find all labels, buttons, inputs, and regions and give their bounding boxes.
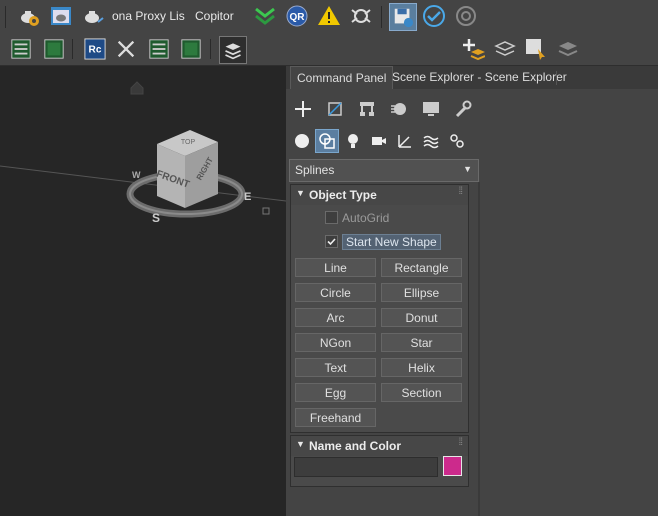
select-layer-icon[interactable] [523,36,549,62]
command-panel-tabs [290,96,490,124]
collapse-triangle-icon: ▼ [296,188,305,198]
arc-button[interactable]: Arc [295,308,376,327]
freehand-button[interactable]: Freehand [295,408,376,427]
tools-cross-icon[interactable] [113,36,139,62]
donut-button[interactable]: Donut [381,308,462,327]
viewcube-menu-icon[interactable] [262,207,270,215]
viewcube[interactable]: TOP FRONT RIGHT W S E [126,130,270,225]
panel-scrollbar[interactable] [478,182,480,516]
geometry-icon[interactable] [291,130,313,152]
cameras-icon[interactable] [368,130,390,152]
panel-dark-icon[interactable] [178,36,204,62]
secondary-toolbar: Rc 5 ▼ [0,33,658,92]
panel-tab-bar: Command Panel Scene Explorer - Scene Exp… [286,66,658,90]
layer-settings-icon[interactable] [555,36,581,62]
compass-west-label: W [132,170,141,180]
history-icon[interactable] [453,3,479,29]
star-button[interactable]: Star [381,333,462,352]
panel-green-icon[interactable] [41,36,67,62]
render-setup-icon[interactable] [48,3,74,29]
modify-tab-icon[interactable] [324,98,346,120]
lights-icon[interactable] [342,130,364,152]
ellipse-button[interactable]: Ellipse [381,283,462,302]
hierarchy-tab-icon[interactable] [356,98,378,120]
layers-icon[interactable] [219,36,247,64]
script-bug-icon[interactable] [348,3,374,29]
tab-separator [556,71,557,85]
helpers-icon[interactable] [394,130,416,152]
line-button[interactable]: Line [295,258,376,277]
utilities-tab-icon[interactable] [452,98,474,120]
autogrid-checkbox[interactable] [325,211,338,224]
rectangle-button[interactable]: Rectangle [381,258,462,277]
create-tab-icon[interactable] [292,98,314,120]
display-tab-icon[interactable] [420,98,442,120]
collapse-triangle-icon: ▼ [296,439,305,449]
main-toolbar: ona Proxy Lis Copitor QR [0,0,658,33]
teapot-render-icon[interactable] [80,3,106,29]
name-and-color-header[interactable]: ▼ Name and Color ⁞⁞ [291,436,468,456]
egg-button[interactable]: Egg [295,383,376,402]
rc-icon[interactable]: Rc [82,36,108,62]
rc-icon-text: Rc [89,45,102,56]
category-dropdown-value: Splines [295,163,335,177]
proxy-list-label[interactable]: ona Proxy Lis [112,9,185,23]
save-render-icon[interactable] [389,3,417,31]
motion-tab-icon[interactable] [388,98,410,120]
compass-east-label: E [244,191,251,203]
list-table-icon[interactable] [146,36,172,62]
helix-button[interactable]: Helix [381,358,462,377]
viewcube-top-label: TOP [181,139,196,146]
object-type-header[interactable]: ▼ Object Type ⁞⁞ [291,185,468,205]
layer-stack-icon[interactable] [492,36,518,62]
viewport-perspective[interactable]: TOP FRONT RIGHT W S E [0,66,286,516]
object-name-field[interactable] [294,457,438,477]
toolbar-separator [381,6,382,28]
qr-icon[interactable]: QR [284,3,310,29]
checkmark-icon [327,238,336,246]
ngon-button[interactable]: NGon [295,333,376,352]
toolbar-separator [5,6,6,28]
home-icon[interactable] [130,81,144,95]
toolbar-separator [72,39,73,59]
copitor-label[interactable]: Copitor [195,9,234,23]
name-and-color-title: Name and Color [309,439,402,453]
chevron-down-icon: ▼ [463,164,472,174]
shapes-icon[interactable] [315,129,339,153]
autogrid-label: AutoGrid [342,211,390,225]
text-button[interactable]: Text [295,358,376,377]
chevron-green-icon[interactable] [252,3,278,29]
compass-south-label: S [152,211,160,225]
tab-command-panel[interactable]: Command Panel [290,66,394,90]
space-warps-icon[interactable] [420,130,442,152]
category-dropdown[interactable]: Splines ▼ [289,159,479,182]
circle-button[interactable]: Circle [295,283,376,302]
start-new-shape-checkbox[interactable] [325,235,338,248]
object-color-swatch[interactable] [443,456,462,476]
section-button[interactable]: Section [381,383,462,402]
start-new-shape-label: Start New Shape [342,234,441,250]
add-layer-icon[interactable] [460,36,486,62]
qr-icon-text: QR [290,12,306,23]
teapot-gear-icon[interactable] [16,3,42,29]
systems-icon[interactable] [446,130,468,152]
warning-icon[interactable] [316,3,342,29]
check-circle-icon[interactable] [421,3,447,29]
list-green-icon[interactable] [8,36,34,62]
drag-grip-icon[interactable]: ⁞⁞ [458,186,462,197]
create-categories [290,128,490,156]
tab-scene-explorer[interactable]: Scene Explorer - Scene Explorer [386,66,573,89]
drag-grip-icon[interactable]: ⁞⁞ [458,437,462,448]
object-type-title: Object Type [309,188,377,202]
toolbar-separator [210,39,211,59]
